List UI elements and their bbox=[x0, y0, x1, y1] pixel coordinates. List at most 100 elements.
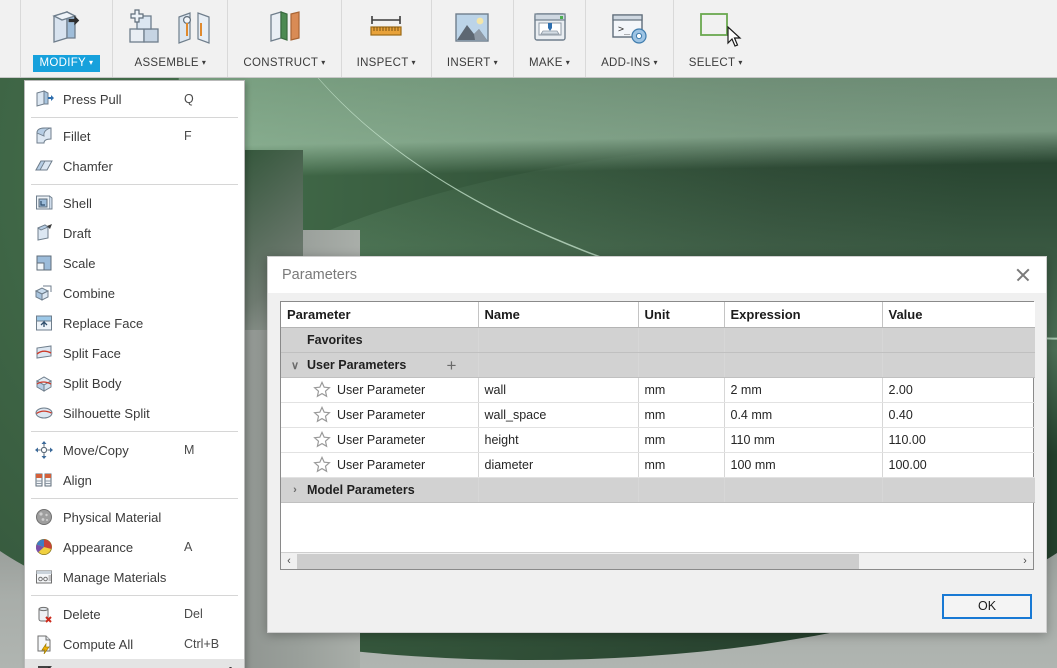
parameter-name-cell[interactable]: wall_space bbox=[478, 402, 639, 428]
parameter-expression-cell[interactable]: 0.4 mm bbox=[724, 402, 883, 428]
menu-item-silhouette-split[interactable]: Silhouette Split bbox=[25, 398, 244, 428]
parameter-name-cell[interactable]: height bbox=[478, 427, 639, 453]
favorite-star-icon[interactable] bbox=[313, 405, 331, 424]
group-name-cell: ∨ User Parameters + bbox=[281, 352, 479, 378]
menu-item-label: Fillet bbox=[63, 128, 91, 144]
ribbon-group-addins[interactable]: >_ ADD-INS ▾ bbox=[586, 0, 674, 77]
chevron-down-icon: ▾ bbox=[411, 58, 416, 67]
column-header-name[interactable]: Name bbox=[478, 302, 639, 328]
ribbon-tab-insert[interactable]: INSERT ▾ bbox=[440, 55, 505, 72]
parameter-unit-cell[interactable]: mm bbox=[638, 402, 725, 428]
offset-plane-icon[interactable] bbox=[263, 7, 305, 49]
favorite-star-icon[interactable] bbox=[313, 455, 331, 474]
table-row[interactable]: User Parameter diameter mm 100 mm 100.00 bbox=[281, 452, 1035, 478]
insert-image-icon[interactable] bbox=[451, 7, 493, 49]
table-row-group-favorites[interactable]: Favorites bbox=[281, 327, 1035, 353]
ribbon-tab-addins[interactable]: ADD-INS ▾ bbox=[594, 55, 665, 72]
menu-item-split-face[interactable]: Split Face bbox=[25, 338, 244, 368]
parameters-table: Parameter Name Unit Expression Value Fav… bbox=[281, 302, 1035, 503]
draft-icon bbox=[34, 223, 54, 243]
3d-print-icon[interactable] bbox=[529, 7, 571, 49]
parameter-expression-cell[interactable]: 100 mm bbox=[724, 452, 883, 478]
menu-item-label: Move/Copy bbox=[63, 442, 129, 458]
menu-item-change-parameters[interactable]: Change Parameters bbox=[25, 659, 244, 668]
parameters-dialog[interactable]: Parameters Parameter Name Unit Expressio… bbox=[267, 256, 1047, 633]
parameter-name-cell[interactable]: diameter bbox=[478, 452, 639, 478]
ribbon-tab-inspect[interactable]: INSPECT ▾ bbox=[350, 55, 423, 72]
overflow-menu-icon[interactable] bbox=[224, 664, 236, 668]
appearance-icon bbox=[34, 537, 54, 557]
table-row-group-model-parameters[interactable]: › Model Parameters bbox=[281, 477, 1035, 503]
chevron-right-icon[interactable]: › bbox=[288, 478, 302, 502]
ribbon-group-select[interactable]: SELECT ▾ bbox=[674, 0, 758, 77]
ribbon-group-construct[interactable]: CONSTRUCT ▾ bbox=[228, 0, 342, 77]
ribbon-tab-inspect-label: INSPECT bbox=[356, 57, 409, 69]
menu-separator bbox=[31, 117, 238, 118]
menu-item-chamfer[interactable]: Chamfer bbox=[25, 151, 244, 181]
table-row[interactable]: User Parameter wall mm 2 mm 2.00 bbox=[281, 377, 1035, 403]
menu-item-move-copy[interactable]: Move/Copy M bbox=[25, 435, 244, 465]
ribbon-group-assemble[interactable]: ASSEMBLE ▾ bbox=[113, 0, 229, 77]
parameter-name-cell[interactable]: wall bbox=[478, 377, 639, 403]
sketch-icon-partial[interactable] bbox=[0, 8, 15, 48]
ribbon-tab-make[interactable]: MAKE ▾ bbox=[522, 55, 577, 72]
ribbon-tab-modify[interactable]: MODIFY ▾ bbox=[32, 55, 101, 72]
measure-ruler-icon[interactable] bbox=[365, 7, 407, 49]
press-pull-icon[interactable] bbox=[45, 7, 87, 49]
parameter-expression-cell[interactable]: 2 mm bbox=[724, 377, 883, 403]
ribbon-tab-construct[interactable]: CONSTRUCT ▾ bbox=[236, 55, 332, 72]
menu-item-fillet[interactable]: Fillet F bbox=[25, 121, 244, 151]
ribbon-tab-select[interactable]: SELECT ▾ bbox=[682, 55, 750, 72]
parameter-expression-cell[interactable]: 110 mm bbox=[724, 427, 883, 453]
add-parameter-icon[interactable]: + bbox=[444, 353, 460, 377]
scripts-addins-icon[interactable]: >_ bbox=[608, 7, 650, 49]
chevron-down-icon[interactable]: ∨ bbox=[288, 353, 302, 377]
menu-item-combine[interactable]: Combine bbox=[25, 278, 244, 308]
menu-item-physical-material[interactable]: Physical Material bbox=[25, 502, 244, 532]
scroll-left-icon[interactable]: ‹ bbox=[281, 555, 297, 567]
joint-icon[interactable] bbox=[173, 7, 215, 49]
menu-item-press-pull[interactable]: Press Pull Q bbox=[25, 84, 244, 114]
table-row[interactable]: User Parameter height mm 110 mm 110.00 bbox=[281, 427, 1035, 453]
menu-item-replace-face[interactable]: Replace Face bbox=[25, 308, 244, 338]
table-row-group-user-parameters[interactable]: ∨ User Parameters + bbox=[281, 352, 1035, 378]
ok-button[interactable]: OK bbox=[942, 593, 1032, 619]
menu-item-appearance[interactable]: Appearance A bbox=[25, 532, 244, 562]
column-header-parameter[interactable]: Parameter bbox=[281, 302, 479, 328]
menu-item-align[interactable]: Align bbox=[25, 465, 244, 495]
menu-item-delete[interactable]: Delete Del bbox=[25, 599, 244, 629]
ribbon-group-modify[interactable]: MODIFY ▾ bbox=[21, 0, 114, 77]
scroll-right-icon[interactable]: › bbox=[1017, 555, 1033, 567]
column-header-value[interactable]: Value bbox=[882, 302, 1035, 328]
menu-item-shell[interactable]: Shell bbox=[25, 188, 244, 218]
menu-item-scale[interactable]: Scale bbox=[25, 248, 244, 278]
modify-dropdown-menu[interactable]: Press Pull Q Fillet F Chamfer Shell Draf… bbox=[24, 80, 245, 668]
ribbon-group-insert[interactable]: INSERT ▾ bbox=[432, 0, 514, 77]
horizontal-scrollbar[interactable]: ‹ › bbox=[281, 552, 1033, 569]
column-header-expression[interactable]: Expression bbox=[724, 302, 883, 328]
parameter-unit-cell[interactable]: mm bbox=[638, 427, 725, 453]
table-row[interactable]: User Parameter wall_space mm 0.4 mm 0.40 bbox=[281, 402, 1035, 428]
parameters-table-container[interactable]: Parameter Name Unit Expression Value Fav… bbox=[280, 301, 1035, 570]
scrollbar-track[interactable] bbox=[297, 553, 1017, 569]
favorite-star-icon[interactable] bbox=[313, 380, 331, 399]
group-name-value bbox=[478, 477, 639, 503]
ribbon-group-inspect[interactable]: INSPECT ▾ bbox=[342, 0, 432, 77]
close-icon[interactable] bbox=[1010, 262, 1036, 288]
parameter-unit-cell[interactable]: mm bbox=[638, 452, 725, 478]
parameter-type-cell: User Parameter bbox=[281, 452, 479, 478]
scrollbar-thumb[interactable] bbox=[297, 553, 859, 569]
parameter-unit-cell[interactable]: mm bbox=[638, 377, 725, 403]
menu-item-shortcut: Q bbox=[184, 92, 194, 106]
menu-item-compute-all[interactable]: Compute All Ctrl+B bbox=[25, 629, 244, 659]
column-header-unit[interactable]: Unit bbox=[638, 302, 725, 328]
new-component-icon[interactable] bbox=[125, 7, 167, 49]
chevron-right-icon[interactable] bbox=[288, 328, 302, 352]
menu-item-manage-materials[interactable]: Manage Materials bbox=[25, 562, 244, 592]
ribbon-group-make[interactable]: MAKE ▾ bbox=[514, 0, 587, 77]
menu-item-split-body[interactable]: Split Body bbox=[25, 368, 244, 398]
favorite-star-icon[interactable] bbox=[313, 430, 331, 449]
menu-item-label: Replace Face bbox=[63, 315, 144, 331]
ribbon-tab-assemble[interactable]: ASSEMBLE ▾ bbox=[127, 55, 213, 72]
menu-item-draft[interactable]: Draft bbox=[25, 218, 244, 248]
